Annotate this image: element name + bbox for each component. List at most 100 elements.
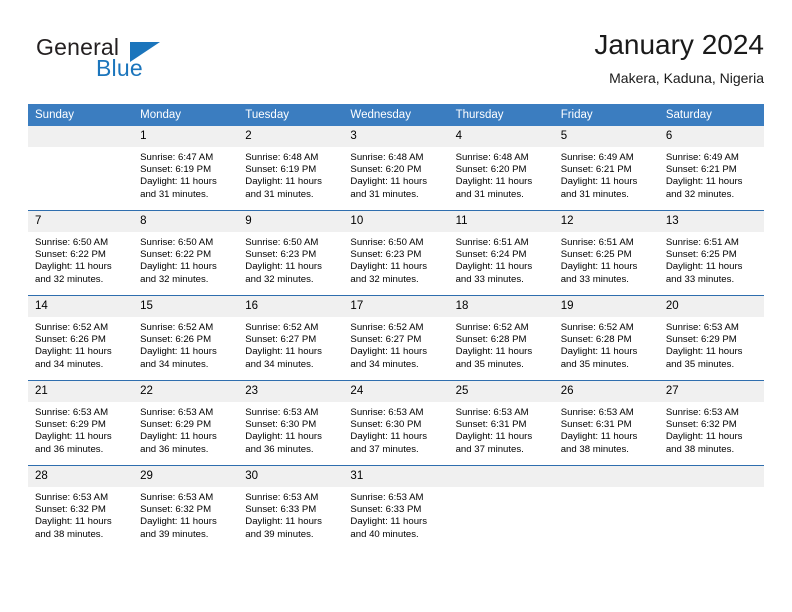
calendar-day-cell[interactable]: 15 Sunrise: 6:52 AM Sunset: 6:26 PM Dayligh… (133, 295, 239, 381)
calendar-day-cell[interactable]: 21 Sunrise: 6:53 AM Sunset: 6:29 PM Dayligh… (28, 380, 134, 466)
day-number: 10 (343, 211, 449, 232)
calendar-day-cell[interactable]: 9 Sunrise: 6:50 AM Sunset: 6:23 PM Daylight… (238, 210, 344, 296)
daylight-text-line2: and 32 minutes. (350, 273, 419, 285)
daylight-text-line1: Daylight: 11 hours (455, 431, 533, 443)
day-details: Sunrise: 6:53 AM Sunset: 6:29 PM Daylight:… (133, 402, 238, 456)
sunset-text: Sunset: 6:32 PM (665, 419, 737, 431)
daylight-text-line1: Daylight: 11 hours (455, 346, 533, 358)
calendar-week-row: 1 Sunrise: 6:47 AM Sunset: 6:19 PM Daylight… (28, 126, 764, 211)
calendar-day-cell[interactable]: 5 Sunrise: 6:49 AM Sunset: 6:21 PM Daylight… (553, 126, 659, 211)
daylight-text-line1: Daylight: 11 hours (35, 346, 112, 358)
calendar-day-cell[interactable]: 18 Sunrise: 6:52 AM Sunset: 6:28 PM Dayligh… (448, 295, 554, 381)
calendar-day-cell[interactable]: 2 Sunrise: 6:48 AM Sunset: 6:19 PM Daylight… (238, 126, 344, 211)
calendar-day-cell[interactable]: 8 Sunrise: 6:50 AM Sunset: 6:22 PM Daylight… (133, 210, 239, 296)
sunrise-text: Sunrise: 6:50 AM (350, 237, 424, 248)
sunset-text: Sunset: 6:33 PM (350, 504, 422, 516)
calendar-day-cell[interactable]: 24 Sunrise: 6:53 AM Sunset: 6:30 PM Dayligh… (343, 380, 449, 466)
sunrise-text: Sunrise: 6:49 AM (665, 152, 739, 163)
sunset-text: Sunset: 6:25 PM (560, 249, 632, 261)
daylight-text-line2: and 39 minutes. (245, 528, 314, 540)
day-details: Sunrise: 6:51 AM Sunset: 6:24 PM Daylight:… (449, 232, 554, 286)
day-details: Sunrise: 6:53 AM Sunset: 6:29 PM Daylight:… (659, 317, 764, 371)
sunrise-text: Sunrise: 6:53 AM (140, 407, 214, 418)
daylight-text-line2: and 37 minutes. (350, 443, 419, 455)
daylight-text-line2: and 32 minutes. (140, 273, 209, 285)
daylight-text-line2: and 38 minutes. (35, 528, 104, 540)
sunrise-text: Sunrise: 6:48 AM (455, 152, 529, 163)
sunrise-text: Sunrise: 6:53 AM (455, 407, 529, 418)
sunset-text: Sunset: 6:28 PM (455, 334, 527, 346)
day-number: 29 (133, 466, 239, 487)
day-details: Sunrise: 6:53 AM Sunset: 6:33 PM Daylight:… (343, 487, 448, 541)
calendar-day-cell[interactable]: 22 Sunrise: 6:53 AM Sunset: 6:29 PM Dayligh… (133, 380, 239, 466)
calendar-day-cell[interactable]: 26 Sunrise: 6:53 AM Sunset: 6:31 PM Dayligh… (553, 380, 659, 466)
calendar-day-cell[interactable]: 12 Sunrise: 6:51 AM Sunset: 6:25 PM Dayligh… (553, 210, 659, 296)
sunrise-text: Sunrise: 6:50 AM (35, 237, 109, 248)
sunset-text: Sunset: 6:29 PM (35, 419, 106, 431)
sunrise-text: Sunrise: 6:52 AM (140, 322, 214, 333)
day-number: 6 (658, 126, 764, 147)
day-number: 27 (658, 381, 764, 402)
calendar-day-cell[interactable]: 31 Sunrise: 6:53 AM Sunset: 6:33 PM Dayligh… (343, 465, 449, 550)
calendar-day-cell[interactable]: 13 Sunrise: 6:51 AM Sunset: 6:25 PM Dayligh… (658, 210, 764, 296)
calendar-day-cell[interactable]: 28 Sunrise: 6:53 AM Sunset: 6:32 PM Dayligh… (28, 465, 134, 550)
calendar-body: 1 Sunrise: 6:47 AM Sunset: 6:19 PM Daylight… (28, 126, 764, 550)
day-number: 11 (448, 211, 554, 232)
sunset-text: Sunset: 6:32 PM (140, 504, 212, 516)
calendar-day-cell[interactable]: 10 Sunrise: 6:50 AM Sunset: 6:23 PM Dayligh… (343, 210, 449, 296)
calendar-day-cell[interactable]: 7 Sunrise: 6:50 AM Sunset: 6:22 PM Daylight… (28, 210, 134, 296)
calendar-day-cell[interactable]: 14 Sunrise: 6:52 AM Sunset: 6:26 PM Dayligh… (28, 295, 134, 381)
day-number: 1 (133, 126, 239, 147)
weekday-header-monday: Monday (133, 104, 239, 126)
daylight-text-line1: Daylight: 11 hours (560, 261, 638, 273)
day-details: Sunrise: 6:52 AM Sunset: 6:27 PM Daylight:… (238, 317, 343, 371)
day-details: Sunrise: 6:51 AM Sunset: 6:25 PM Daylight:… (554, 232, 659, 286)
sunrise-text: Sunrise: 6:53 AM (350, 407, 424, 418)
day-details: Sunrise: 6:53 AM Sunset: 6:32 PM Daylight:… (133, 487, 238, 541)
day-number: 9 (238, 211, 344, 232)
calendar-day-cell[interactable]: 29 Sunrise: 6:53 AM Sunset: 6:32 PM Dayligh… (133, 465, 239, 550)
calendar-day-cell[interactable]: 16 Sunrise: 6:52 AM Sunset: 6:27 PM Dayligh… (238, 295, 344, 381)
calendar-day-cell[interactable]: 6 Sunrise: 6:49 AM Sunset: 6:21 PM Daylight… (658, 126, 764, 211)
calendar-day-cell[interactable]: 23 Sunrise: 6:53 AM Sunset: 6:30 PM Dayligh… (238, 380, 344, 466)
calendar-day-cell[interactable]: 19 Sunrise: 6:52 AM Sunset: 6:28 PM Dayligh… (553, 295, 659, 381)
day-details: Sunrise: 6:47 AM Sunset: 6:19 PM Daylight:… (133, 147, 238, 201)
page-title: January 2024 (594, 29, 764, 60)
calendar-day-cell[interactable]: 11 Sunrise: 6:51 AM Sunset: 6:24 PM Dayligh… (448, 210, 554, 296)
day-number: 8 (133, 211, 239, 232)
daylight-text-line2: and 38 minutes. (560, 443, 629, 455)
sunset-text: Sunset: 6:20 PM (350, 164, 422, 176)
day-number: 31 (343, 466, 449, 487)
day-details: Sunrise: 6:52 AM Sunset: 6:26 PM Daylight:… (133, 317, 238, 371)
calendar-day-cell[interactable]: 25 Sunrise: 6:53 AM Sunset: 6:31 PM Dayligh… (448, 380, 554, 466)
weekday-header-saturday: Saturday (658, 104, 764, 126)
calendar-day-cell[interactable]: 20 Sunrise: 6:53 AM Sunset: 6:29 PM Dayligh… (658, 295, 764, 381)
daylight-text-line2: and 34 minutes. (140, 358, 209, 370)
sunset-text: Sunset: 6:27 PM (350, 334, 422, 346)
calendar-day-cell[interactable]: 4 Sunrise: 6:48 AM Sunset: 6:20 PM Daylight… (448, 126, 554, 211)
general-blue-logo[interactable]: General Blue (36, 34, 236, 90)
sunset-text: Sunset: 6:28 PM (560, 334, 632, 346)
calendar-day-cell[interactable]: 27 Sunrise: 6:53 AM Sunset: 6:32 PM Dayligh… (658, 380, 764, 466)
calendar-table: Sunday Monday Tuesday Wednesday Thursday… (28, 104, 764, 550)
calendar-day-cell[interactable]: 17 Sunrise: 6:52 AM Sunset: 6:27 PM Dayligh… (343, 295, 449, 381)
calendar-day-cell[interactable]: 30 Sunrise: 6:53 AM Sunset: 6:33 PM Dayligh… (238, 465, 344, 550)
daylight-text-line2: and 34 minutes. (350, 358, 419, 370)
daylight-text-line2: and 31 minutes. (140, 188, 209, 200)
calendar-cell-empty (28, 126, 134, 211)
sunrise-text: Sunrise: 6:48 AM (245, 152, 319, 163)
day-number: 5 (553, 126, 659, 147)
calendar-day-cell[interactable]: 3 Sunrise: 6:48 AM Sunset: 6:20 PM Daylight… (343, 126, 449, 211)
daylight-text-line1: Daylight: 11 hours (35, 516, 112, 528)
weekday-header-thursday: Thursday (448, 104, 554, 126)
sunrise-text: Sunrise: 6:53 AM (350, 492, 424, 503)
day-number: 18 (448, 296, 554, 317)
daylight-text-line1: Daylight: 11 hours (455, 176, 533, 188)
day-details: Sunrise: 6:48 AM Sunset: 6:20 PM Daylight:… (343, 147, 448, 201)
sunset-text: Sunset: 6:21 PM (665, 164, 737, 176)
calendar-day-cell[interactable]: 1 Sunrise: 6:47 AM Sunset: 6:19 PM Daylight… (133, 126, 239, 211)
sunrise-text: Sunrise: 6:48 AM (350, 152, 424, 163)
day-details: Sunrise: 6:52 AM Sunset: 6:26 PM Daylight:… (28, 317, 133, 371)
day-number: 15 (133, 296, 239, 317)
sunrise-text: Sunrise: 6:53 AM (245, 492, 319, 503)
